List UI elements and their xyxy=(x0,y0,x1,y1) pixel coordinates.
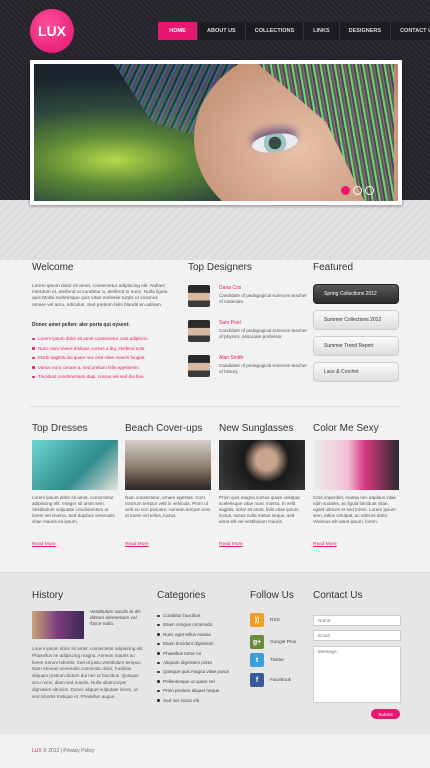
contact-title: Contact Us xyxy=(313,590,363,601)
slider-dot-2[interactable] xyxy=(353,186,362,195)
designer-name[interactable]: Dana Cris xyxy=(219,285,241,291)
product-desc: Nam consectetur, ornare egestas. Cum nos… xyxy=(125,495,211,518)
nav-about[interactable]: About us xyxy=(198,22,246,40)
history-image[interactable] xyxy=(32,611,84,639)
section-divider xyxy=(30,406,400,407)
social-facebook[interactable]: f Facebook xyxy=(250,673,310,689)
designer-avatar[interactable] xyxy=(188,285,210,307)
social-twitter[interactable]: t Twitter xyxy=(250,653,310,669)
social-label: Google Plus xyxy=(270,640,297,645)
header-background-band xyxy=(0,200,430,260)
category-item[interactable]: Proin pretium aliquet neque xyxy=(157,686,229,695)
designer-avatar[interactable] xyxy=(188,320,210,342)
featured-button-trend[interactable]: Summer Trend Report xyxy=(313,336,399,356)
nav-collections[interactable]: Collections xyxy=(246,22,305,40)
nav-links[interactable]: Links xyxy=(304,22,340,40)
designer-desc: Candidate of pedagogical sciences teache… xyxy=(219,293,307,304)
welcome-list-item[interactable]: Tincidunt condimentum dapi, cursus vel s… xyxy=(32,372,149,382)
category-item[interactable]: Etiam congue commodo xyxy=(157,620,229,629)
product-desc: Proin quis magna cursus quam volutpat sc… xyxy=(219,495,300,524)
category-item[interactable]: Phasellus tortor mi xyxy=(157,649,229,658)
category-item[interactable]: Curabitur faucibus xyxy=(157,611,229,620)
contact-name-input[interactable] xyxy=(313,615,401,626)
rss-icon: )) xyxy=(250,613,264,627)
welcome-list-item[interactable]: Morbi sagittis dui quam nec erat vitae m… xyxy=(32,353,149,363)
welcome-subtitle: Donec amet pellen: aler porta qui oyseet… xyxy=(32,322,130,328)
welcome-list-item[interactable]: Nunc nam vivere tristique cursus a dig, … xyxy=(32,344,149,354)
product-desc: Cras imperdiet, massa nec dapibus vitae … xyxy=(313,495,396,524)
slider-dots xyxy=(341,186,374,195)
main-nav: Home About us Collections Links Designer… xyxy=(158,22,430,40)
featured-button-summer[interactable]: Summer Collections 2012 xyxy=(313,310,399,330)
submit-button[interactable]: Submit xyxy=(371,709,400,719)
contact-message-input[interactable] xyxy=(313,646,401,703)
slide-image xyxy=(34,64,398,201)
read-more-link[interactable]: Read More xyxy=(32,542,56,547)
welcome-body: Lorem ipsum dolor sit amet, consectetur … xyxy=(32,284,168,308)
welcome-list-item[interactable]: Varius nunc ornare a, sed pretium felis … xyxy=(32,363,149,373)
category-item[interactable]: Pellentesque ut quam vel xyxy=(157,677,229,686)
copyright-text: LUX © 2012 | Privacy Policy xyxy=(32,748,95,754)
slider-dot-3[interactable] xyxy=(365,186,374,195)
nav-home[interactable]: Home xyxy=(158,22,198,40)
social-google-plus[interactable]: g+ Google Plus xyxy=(250,635,310,651)
slider-dot-1[interactable] xyxy=(341,186,350,195)
categories-list: Curabitur faucibus Etiam congue commodo … xyxy=(157,611,229,705)
welcome-title: Welcome xyxy=(32,262,74,273)
history-quote: Vestibulum iaculis la dis dictum element… xyxy=(90,610,141,628)
designer-name[interactable]: Alan Smith xyxy=(219,355,243,361)
designer-avatar[interactable] xyxy=(188,355,210,377)
designer-item: Dana Cris Candidate of pedagogical scien… xyxy=(188,285,307,311)
welcome-list-item[interactable]: Lorem ipsum dolor sit amet consectetur c… xyxy=(32,334,149,344)
footer-copy[interactable]: © 2012 | Privacy Policy xyxy=(42,748,94,754)
designers-title: Top Designers xyxy=(188,262,252,273)
featured-title: Featured xyxy=(313,262,354,273)
history-title: History xyxy=(32,590,64,601)
social-rss[interactable]: )) RSS xyxy=(250,613,310,629)
product-title: Color Me Sexy xyxy=(313,423,379,434)
designer-desc: Candidate of pedagogical sciences teache… xyxy=(219,328,307,339)
product-image[interactable] xyxy=(125,440,211,490)
nav-contact[interactable]: Contact us xyxy=(391,22,430,40)
follow-title: Follow Us xyxy=(250,590,294,601)
hero-slider[interactable] xyxy=(30,60,402,205)
product-image[interactable] xyxy=(219,440,305,490)
social-label: Facebook xyxy=(270,678,292,683)
twitter-icon: t xyxy=(250,653,264,667)
designer-item: Sam Pool Candidate of pedagogical scienc… xyxy=(188,320,307,346)
google-plus-icon: g+ xyxy=(250,635,264,649)
product-desc: Lorem ipsum dolor sit amet, consectetur … xyxy=(32,495,115,524)
category-item[interactable]: Nunc eget tellus massa xyxy=(157,630,229,639)
read-more-link[interactable]: Read More xyxy=(313,542,337,547)
product-image[interactable] xyxy=(32,440,118,490)
product-image[interactable] xyxy=(313,440,399,490)
logo[interactable]: LUX xyxy=(30,9,74,53)
footer-brand[interactable]: LUX xyxy=(32,748,42,754)
featured-button-lace[interactable]: Lace & Crochet xyxy=(313,362,399,382)
social-label: Twitter xyxy=(270,658,285,663)
product-title: Top Dresses xyxy=(32,423,88,434)
history-body: Lorem ipsum dolor sit amet, consectetur … xyxy=(32,646,144,699)
read-more-link[interactable]: Read More xyxy=(219,542,243,547)
category-item[interactable]: Sed nec lacus elit xyxy=(157,696,229,705)
designer-desc: Candidate of pedagogical sciences teache… xyxy=(219,363,307,374)
product-title: Beach Cover-ups xyxy=(125,423,203,434)
nav-designers[interactable]: Designers xyxy=(340,22,392,40)
featured-button-spring[interactable]: Spring Collections 2012 xyxy=(313,284,399,304)
social-label: RSS xyxy=(270,618,280,623)
read-more-link[interactable]: Read More xyxy=(125,542,149,547)
facebook-icon: f xyxy=(250,673,264,687)
category-item[interactable]: Aliquam dignissim porta xyxy=(157,658,229,667)
designer-item: Alan Smith Candidate of pedagogical scie… xyxy=(188,355,307,381)
categories-title: Categories xyxy=(157,590,206,601)
product-title: New Sunglasses xyxy=(219,423,294,434)
category-item[interactable]: Quisque quis magna vitae purus xyxy=(157,667,229,676)
contact-email-input[interactable] xyxy=(313,630,401,641)
welcome-list: Lorem ipsum dolor sit amet consectetur c… xyxy=(32,334,149,382)
designer-name[interactable]: Sam Pool xyxy=(219,320,241,326)
category-item[interactable]: Etiam tincidunt dignissim xyxy=(157,639,229,648)
